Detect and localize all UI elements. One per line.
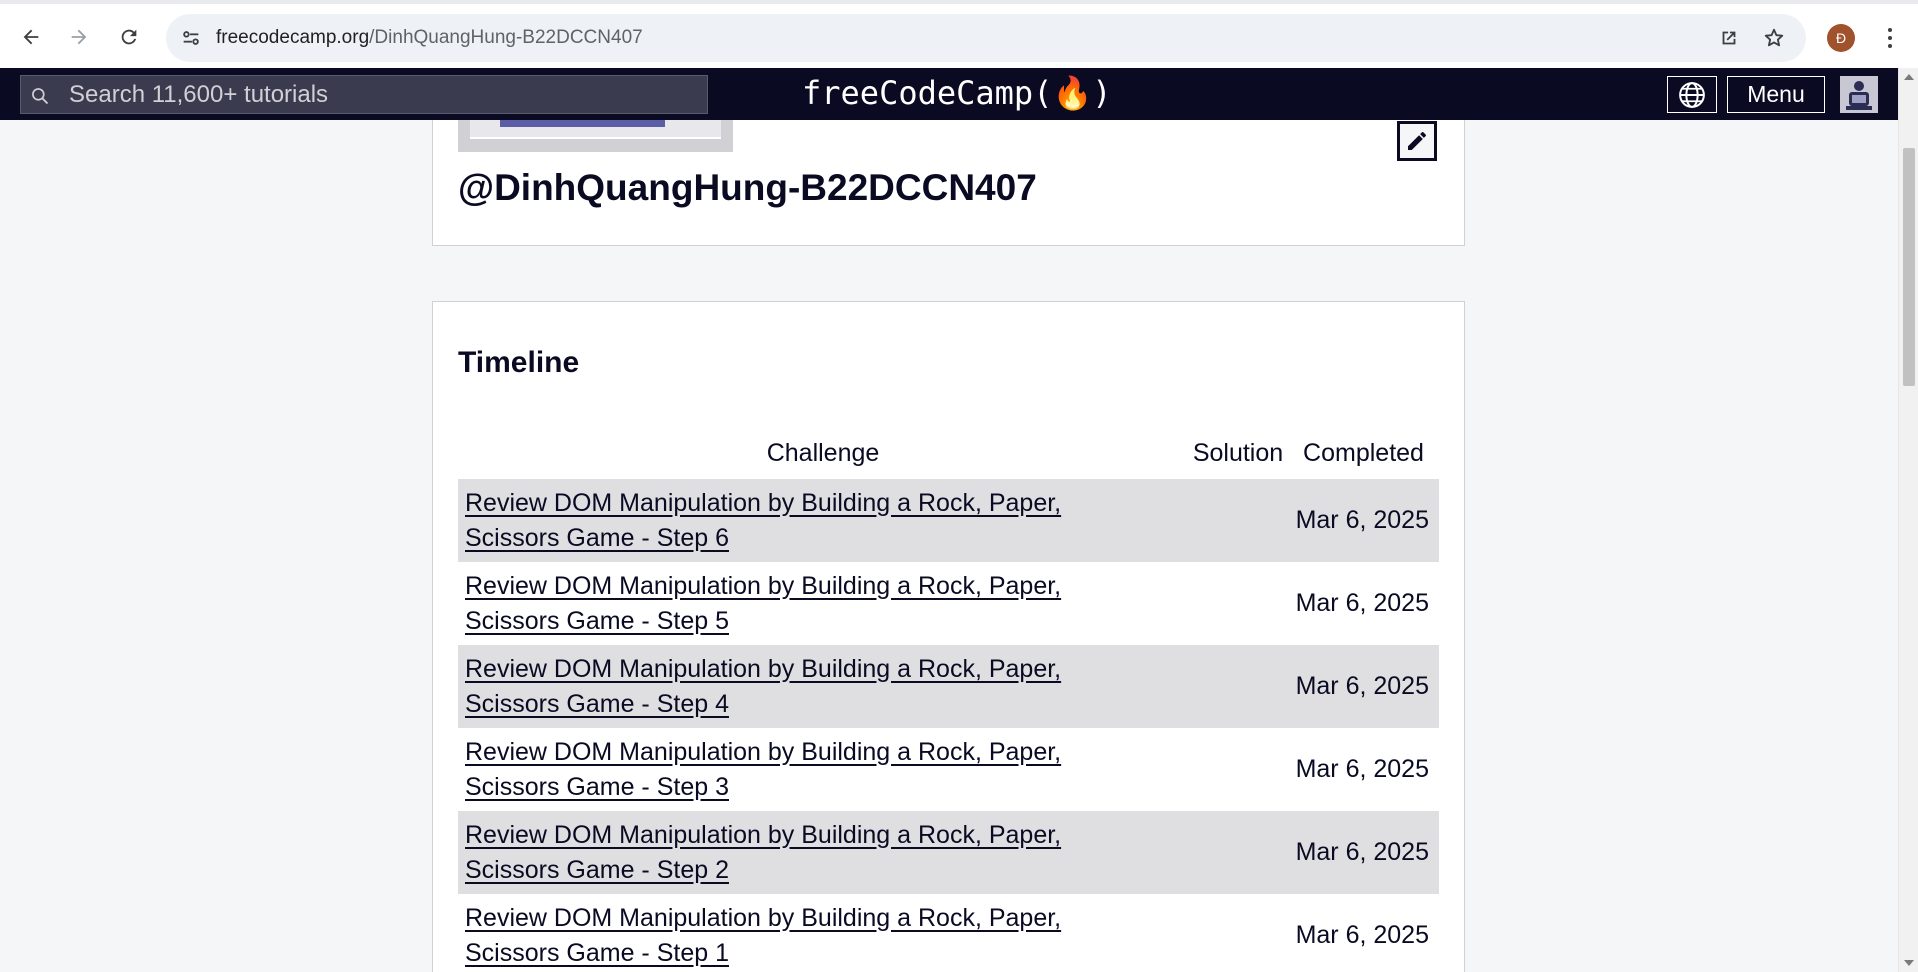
completed-date: Mar 6, 2025 <box>1295 921 1429 949</box>
scroll-down-arrow[interactable] <box>1904 960 1914 966</box>
table-header-row: Challenge Solution Completed <box>458 427 1439 479</box>
profile-image <box>458 120 733 152</box>
reload-button[interactable] <box>114 22 144 52</box>
completed-date: Mar 6, 2025 <box>1288 811 1439 894</box>
table-row: Review DOM Manipulation by Building a Ro… <box>458 562 1439 645</box>
solution-cell <box>1188 894 1288 972</box>
header-solution: Solution <box>1192 438 1284 467</box>
scrollbar-thumb[interactable] <box>1903 148 1915 386</box>
timeline-title: Timeline <box>458 346 580 379</box>
globe-icon <box>1679 81 1705 108</box>
user-avatar[interactable] <box>1840 76 1878 113</box>
search-icon <box>32 88 49 105</box>
reload-icon <box>121 29 137 45</box>
back-icon <box>23 29 39 45</box>
table-row: Review DOM Manipulation by Building a Ro… <box>458 728 1439 811</box>
table-row: Review DOM Manipulation by Building a Ro… <box>458 479 1439 562</box>
menu-button[interactable]: Menu <box>1727 76 1825 113</box>
bookmark-star-icon[interactable] <box>1761 25 1787 51</box>
table-row: Review DOM Manipulation by Building a Ro… <box>458 645 1439 728</box>
challenge-link[interactable]: Review DOM Manipulation by Building a Ro… <box>465 818 1181 888</box>
challenge-link[interactable]: Review DOM Manipulation by Building a Ro… <box>465 735 1181 805</box>
forward-button[interactable] <box>64 22 94 52</box>
forward-icon <box>71 29 87 45</box>
site-logo[interactable]: freeCodeCamp(🔥) <box>802 74 1112 112</box>
challenge-link[interactable]: Review DOM Manipulation by Building a Ro… <box>465 901 1181 971</box>
timeline-card: Timeline Challenge Solution Completed Re… <box>432 301 1465 972</box>
open-in-app-icon[interactable] <box>1716 25 1742 51</box>
search-box[interactable] <box>20 75 708 114</box>
completed-date: Mar 6, 2025 <box>1288 479 1439 562</box>
completed-date: Mar 6, 2025 <box>1288 645 1439 728</box>
browser-profile-avatar[interactable]: Đ <box>1827 24 1855 52</box>
url-text[interactable]: freecodecamp.org/DinhQuangHung-B22DCCN40… <box>216 27 643 49</box>
profile-card: @DinhQuangHung-B22DCCN407 <box>432 120 1465 246</box>
challenge-link[interactable]: Review DOM Manipulation by Building a Ro… <box>465 569 1181 639</box>
profile-username: @DinhQuangHung-B22DCCN407 <box>458 167 1037 208</box>
language-button[interactable] <box>1667 76 1717 113</box>
header-completed: Completed <box>1303 438 1424 467</box>
page-scrollbar[interactable] <box>1898 68 1918 972</box>
site-navbar: freeCodeCamp(🔥) Menu <box>0 68 1898 120</box>
completed-date: Mar 6, 2025 <box>1295 589 1429 617</box>
solution-cell <box>1188 562 1288 645</box>
solution-cell <box>1188 811 1288 894</box>
main-content: @DinhQuangHung-B22DCCN407 Timeline Chall… <box>0 120 1898 972</box>
address-bar[interactable]: freecodecamp.org/DinhQuangHung-B22DCCN40… <box>166 14 1806 62</box>
completed-date: Mar 6, 2025 <box>1295 755 1429 783</box>
pencil-icon <box>1408 131 1426 150</box>
solution-cell <box>1188 479 1288 562</box>
header-challenge: Challenge <box>766 438 880 467</box>
challenge-link[interactable]: Review DOM Manipulation by Building a Ro… <box>465 486 1181 556</box>
table-row: Review DOM Manipulation by Building a Ro… <box>458 811 1439 894</box>
solution-cell <box>1188 728 1288 811</box>
scroll-up-arrow[interactable] <box>1904 74 1914 80</box>
table-row: Review DOM Manipulation by Building a Ro… <box>458 894 1439 972</box>
edit-profile-button[interactable] <box>1397 121 1437 161</box>
site-info-icon[interactable] <box>178 25 204 51</box>
timeline-table: Challenge Solution Completed Review DOM … <box>458 427 1439 972</box>
avatar-icon <box>1840 76 1878 113</box>
challenge-link[interactable]: Review DOM Manipulation by Building a Ro… <box>465 652 1181 722</box>
browser-toolbar: freecodecamp.org/DinhQuangHung-B22DCCN40… <box>0 0 1918 68</box>
solution-cell <box>1188 645 1288 728</box>
search-input[interactable] <box>69 76 689 113</box>
browser-menu-button[interactable] <box>1877 22 1903 54</box>
back-button[interactable] <box>16 22 46 52</box>
